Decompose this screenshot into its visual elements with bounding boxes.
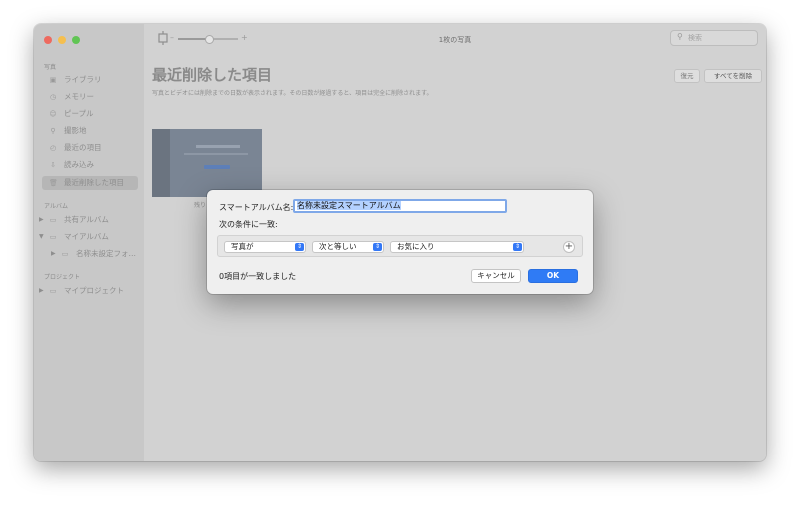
updown-chevron-icon: ⇕	[373, 243, 382, 251]
memories-icon: ◷	[49, 93, 57, 101]
folder-icon: ▭	[49, 233, 57, 241]
sidebar-item-label: 最近削除した項目	[64, 178, 124, 187]
thumb-title	[196, 145, 240, 148]
match-count-label: 0項目が一致しました	[219, 272, 297, 281]
rule-row: 写真が ⇕ 次と等しい ⇕ お気に入り ⇕ +	[217, 235, 583, 257]
album-name-value: 名称未設定スマートアルバム	[297, 201, 401, 210]
sidebar-item-recently-deleted[interactable]: 🗑 最近削除した項目	[42, 176, 138, 190]
sidebar-item-label: マイプロジェクト	[64, 286, 124, 295]
delete-all-button[interactable]: すべてを削除	[704, 69, 762, 83]
rule-field-select[interactable]: 写真が ⇕	[224, 241, 306, 253]
recover-button[interactable]: 復元	[674, 69, 700, 83]
thumb-button	[204, 165, 230, 169]
sidebar-item-label: 共有アルバム	[64, 215, 109, 224]
sidebar: 写真 ▣ ライブラリ ◷ メモリー ☺ ピープル ⚲ 撮影地 ◴ 最近の項目 ⇩…	[34, 24, 144, 461]
sidebar-item-library[interactable]: ▣ ライブラリ	[42, 73, 138, 87]
sidebar-section-projects: プロジェクト	[44, 274, 81, 281]
add-rule-button[interactable]: +	[563, 241, 575, 253]
sidebar-item-label: ライブラリ	[64, 75, 102, 84]
sidebar-item-people[interactable]: ☺ ピープル	[42, 107, 138, 121]
sidebar-item-my-projects[interactable]: ▶ ▭ マイプロジェクト	[39, 284, 138, 298]
photo-library-icon: ▣	[49, 76, 57, 84]
sidebar-item-places[interactable]: ⚲ 撮影地	[42, 124, 138, 138]
rule-value-value: お気に入り	[397, 242, 435, 251]
days-remaining-label: 残り	[194, 202, 207, 209]
sidebar-item-memories[interactable]: ◷ メモリー	[42, 90, 138, 104]
folder-icon: ▭	[49, 216, 57, 224]
import-icon: ⇩	[50, 161, 56, 169]
sidebar-item-imports[interactable]: ⇩ 読み込み	[42, 158, 138, 172]
photo-thumbnail[interactable]	[152, 129, 262, 197]
rule-operator-value: 次と等しい	[319, 242, 357, 251]
sidebar-item-shared-albums[interactable]: ▶ ▭ 共有アルバム	[39, 213, 138, 227]
zoom-window-button[interactable]	[72, 36, 80, 44]
search-placeholder: 検索	[688, 34, 702, 42]
thumb-sidebar	[152, 129, 170, 197]
search-icon: ⚲	[677, 32, 683, 41]
places-icon: ⚲	[50, 127, 56, 135]
sidebar-item-label: ピープル	[64, 109, 94, 118]
sidebar-item-label: 撮影地	[64, 126, 87, 135]
folder-icon: ▭	[61, 250, 69, 258]
folder-icon: ▭	[49, 287, 57, 295]
plus-icon: +	[564, 241, 574, 252]
sidebar-item-untitled-folder[interactable]: ▶ ▭ 名称未設定フォ…	[51, 247, 138, 261]
album-name-input[interactable]: 名称未設定スマートアルバム	[293, 199, 507, 213]
chevron-right-icon[interactable]: ▶	[39, 284, 44, 298]
sidebar-item-label: 名称未設定フォ…	[76, 249, 136, 258]
sidebar-item-label: 最近の項目	[64, 143, 102, 152]
chevron-right-icon[interactable]: ▶	[39, 213, 44, 227]
rule-operator-select[interactable]: 次と等しい ⇕	[312, 241, 384, 253]
album-name-label: スマートアルバム名:	[219, 203, 294, 212]
close-window-button[interactable]	[44, 36, 52, 44]
thumb-text	[184, 153, 248, 155]
sidebar-item-label: メモリー	[64, 92, 94, 101]
updown-chevron-icon: ⇕	[295, 243, 304, 251]
people-icon: ☺	[49, 110, 57, 118]
recents-icon: ◴	[49, 144, 57, 152]
page-subtitle: 写真とビデオには削除までの日数が表示されます。その日数が経過すると、項目は完全に…	[152, 90, 433, 97]
sidebar-section-albums: アルバム	[44, 203, 68, 210]
rule-value-select[interactable]: お気に入り ⇕	[390, 241, 524, 253]
sidebar-section-photos: 写真	[44, 64, 57, 71]
chevron-down-icon[interactable]: ▼	[39, 230, 44, 244]
ok-button[interactable]: OK	[528, 269, 578, 283]
rule-field-value: 写真が	[231, 242, 254, 251]
sidebar-item-label: 読み込み	[64, 160, 94, 169]
toolbar: – + 1枚の写真 ⚲ 検索	[144, 24, 766, 52]
trash-icon: 🗑	[49, 179, 58, 187]
updown-chevron-icon: ⇕	[513, 243, 522, 251]
search-field[interactable]: ⚲ 検索	[670, 30, 758, 46]
sidebar-item-recents[interactable]: ◴ 最近の項目	[42, 141, 138, 155]
sidebar-item-my-albums[interactable]: ▼ ▭ マイアルバム	[39, 230, 138, 244]
chevron-right-icon[interactable]: ▶	[51, 247, 56, 261]
condition-label: 次の条件に一致:	[219, 220, 278, 229]
sidebar-item-label: マイアルバム	[64, 232, 109, 241]
cancel-button[interactable]: キャンセル	[471, 269, 521, 283]
minimize-window-button[interactable]	[58, 36, 66, 44]
smart-album-dialog: スマートアルバム名: 名称未設定スマートアルバム 次の条件に一致: 写真が ⇕ …	[207, 190, 593, 294]
page-title: 最近削除した項目	[152, 66, 273, 84]
